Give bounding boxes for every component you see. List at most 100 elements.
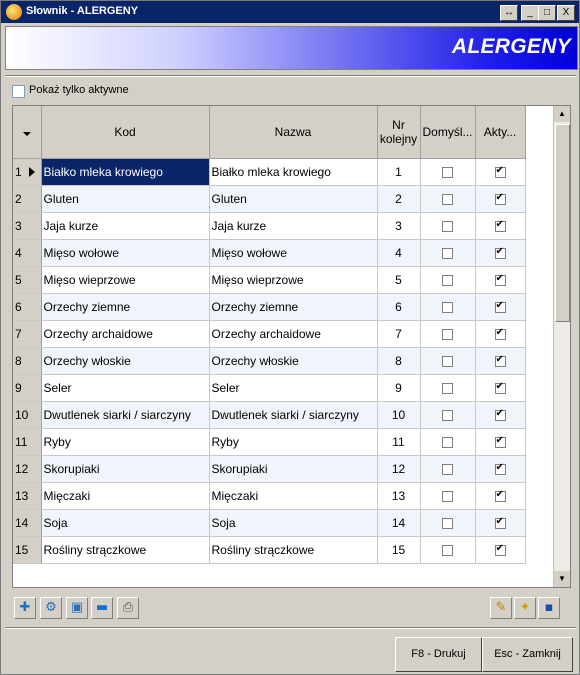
table-row[interactable]: 11 Ryby Ryby 11 [13, 428, 526, 456]
default-checkbox[interactable] [442, 356, 453, 368]
cell-aktywny[interactable] [475, 509, 526, 537]
cell-domyslny[interactable] [420, 509, 476, 537]
row-number[interactable]: 11 [13, 428, 42, 456]
cell-kod[interactable]: Mięso wołowe [41, 239, 210, 267]
default-checkbox[interactable] [442, 275, 453, 287]
print-icon[interactable]: ⎙ [117, 597, 139, 619]
row-number[interactable]: 2 [13, 185, 42, 213]
active-checkbox[interactable] [494, 489, 506, 503]
active-checkbox[interactable] [494, 165, 506, 179]
table-row[interactable]: 7 Orzechy archaidowe Orzechy archaidowe 7 [13, 320, 526, 348]
edit-icon[interactable]: ✎ [490, 597, 512, 619]
scroll-up-button[interactable]: ▲ [554, 106, 570, 122]
default-checkbox[interactable] [442, 329, 453, 341]
row-number[interactable]: 14 [13, 509, 42, 537]
minimize-button[interactable]: _ [521, 5, 539, 21]
default-checkbox[interactable] [442, 302, 453, 314]
cell-domyslny[interactable] [420, 293, 476, 321]
cell-aktywny[interactable] [475, 401, 526, 429]
table-row[interactable]: 14 Soja Soja 14 [13, 509, 526, 537]
table-row[interactable]: 10 Dwutlenek siarki / siarczyny Dwutlenek … [13, 401, 526, 429]
cell-aktywny[interactable] [475, 455, 526, 483]
resize-button[interactable]: ↔ [500, 5, 518, 21]
cell-nr-kolejny[interactable]: 15 [377, 536, 421, 564]
scroll-down-button[interactable]: ▼ [554, 571, 570, 587]
cell-aktywny[interactable] [475, 212, 526, 240]
cell-nazwa[interactable]: Soja [209, 509, 378, 537]
active-checkbox[interactable] [494, 543, 506, 557]
cell-nazwa[interactable]: Dwutlenek siarki / siarczyny [209, 401, 378, 429]
cell-kod[interactable]: Orzechy archaidowe [41, 320, 210, 348]
cell-nr-kolejny[interactable]: 6 [377, 293, 421, 321]
table-row[interactable]: 4 Mięso wołowe Mięso wołowe 4 [13, 239, 526, 267]
cell-kod[interactable]: Dwutlenek siarki / siarczyny [41, 401, 210, 429]
cell-aktywny[interactable] [475, 428, 526, 456]
active-checkbox[interactable] [494, 462, 506, 476]
default-checkbox[interactable] [442, 437, 453, 449]
table-row[interactable]: 12 Skorupiaki Skorupiaki 12 [13, 455, 526, 483]
default-checkbox[interactable] [442, 221, 453, 233]
active-checkbox[interactable] [494, 219, 506, 233]
default-checkbox[interactable] [442, 167, 453, 179]
cell-nr-kolejny[interactable]: 4 [377, 239, 421, 267]
active-checkbox[interactable] [494, 408, 506, 422]
cell-nr-kolejny[interactable]: 5 [377, 266, 421, 294]
cell-nazwa[interactable]: Mięczaki [209, 482, 378, 510]
default-checkbox[interactable] [442, 518, 453, 530]
print-button[interactable]: F8 - Drukuj [395, 637, 482, 672]
active-filter-checkbox[interactable] [12, 85, 25, 99]
cell-domyslny[interactable] [420, 185, 476, 213]
row-number[interactable]: 6 [13, 293, 42, 321]
column-header-nazwa[interactable]: Nazwa [209, 106, 378, 159]
cell-kod[interactable]: Mięczaki [41, 482, 210, 510]
default-checkbox[interactable] [442, 194, 453, 206]
cell-nazwa[interactable]: Gluten [209, 185, 378, 213]
table-row[interactable]: 15 Rośliny strączkowe Rośliny strączkowe 15 [13, 536, 526, 564]
default-checkbox[interactable] [442, 248, 453, 260]
row-number[interactable]: 15 [13, 536, 42, 564]
active-checkbox[interactable] [494, 435, 506, 449]
cell-nr-kolejny[interactable]: 8 [377, 347, 421, 375]
column-header-aktywny[interactable]: Akty... [475, 106, 526, 159]
row-number[interactable]: 7 [13, 320, 42, 348]
cell-nr-kolejny[interactable]: 9 [377, 374, 421, 402]
active-filter[interactable]: Pokaż tylko aktywne [12, 84, 129, 99]
row-number[interactable]: 1 [13, 158, 42, 186]
cell-nr-kolejny[interactable]: 13 [377, 482, 421, 510]
cell-nazwa[interactable]: Orzechy archaidowe [209, 320, 378, 348]
cell-nazwa[interactable]: Seler [209, 374, 378, 402]
cell-kod[interactable]: Orzechy ziemne [41, 293, 210, 321]
cell-aktywny[interactable] [475, 482, 526, 510]
cell-aktywny[interactable] [475, 536, 526, 564]
new-icon[interactable]: ✦ [514, 597, 536, 619]
row-number[interactable]: 10 [13, 401, 42, 429]
active-checkbox[interactable] [494, 246, 506, 260]
active-checkbox[interactable] [494, 516, 506, 530]
cell-nr-kolejny[interactable]: 1 [377, 158, 421, 186]
cell-kod[interactable]: Soja [41, 509, 210, 537]
cell-nr-kolejny[interactable]: 10 [377, 401, 421, 429]
row-number[interactable]: 3 [13, 212, 42, 240]
title-bar[interactable]: Słownik - ALERGENY ↔ _ □ X [1, 1, 579, 23]
close-dialog-button[interactable]: Esc - Zamknij [482, 637, 573, 672]
cell-domyslny[interactable] [420, 536, 476, 564]
cell-domyslny[interactable] [420, 239, 476, 267]
save-icon[interactable]: ▪ [538, 597, 560, 619]
active-checkbox[interactable] [494, 192, 506, 206]
cell-aktywny[interactable] [475, 293, 526, 321]
table-row[interactable]: 3 Jaja kurze Jaja kurze 3 [13, 212, 526, 240]
cell-nr-kolejny[interactable]: 12 [377, 455, 421, 483]
default-checkbox[interactable] [442, 545, 453, 557]
default-checkbox[interactable] [442, 383, 453, 395]
active-checkbox[interactable] [494, 381, 506, 395]
cell-nazwa[interactable]: Rośliny strączkowe [209, 536, 378, 564]
cell-aktywny[interactable] [475, 158, 526, 186]
active-checkbox[interactable] [494, 300, 506, 314]
active-checkbox[interactable] [494, 354, 506, 368]
cell-aktywny[interactable] [475, 320, 526, 348]
cell-domyslny[interactable] [420, 374, 476, 402]
close-button[interactable]: X [557, 5, 575, 21]
cell-kod[interactable]: Seler [41, 374, 210, 402]
column-header-nr-kolejny[interactable]: Nr kolejny [377, 106, 421, 159]
column-header-domyslny[interactable]: Domyśl... [420, 106, 476, 159]
